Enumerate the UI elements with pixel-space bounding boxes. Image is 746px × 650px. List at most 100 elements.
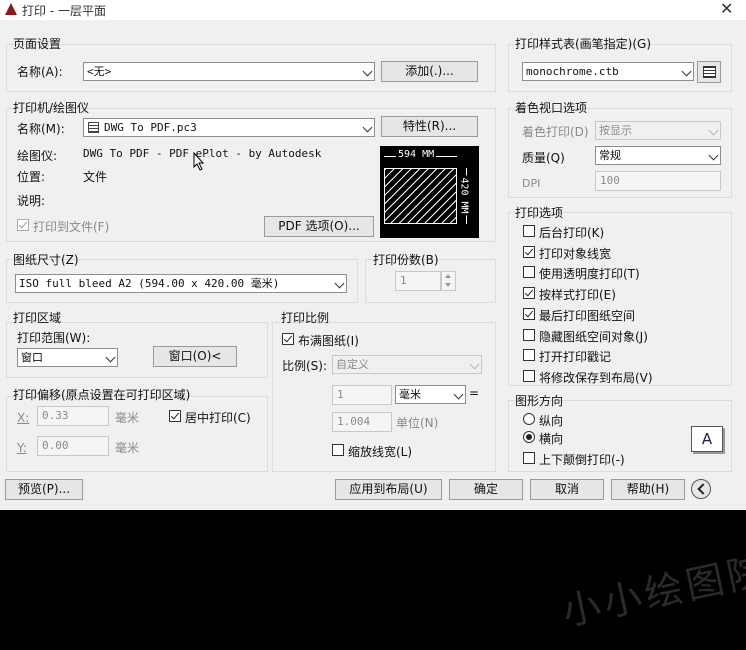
fit-to-paper-checkbox[interactable] xyxy=(282,333,294,345)
chevron-down-icon xyxy=(708,150,719,161)
copies-input[interactable]: 1 xyxy=(395,271,441,291)
paper-width-label: 594 MM xyxy=(396,149,437,160)
plot-option-checkbox[interactable] xyxy=(523,349,535,362)
page-setup-name-value: <无> xyxy=(87,65,112,78)
title-bar xyxy=(0,0,746,20)
plot-option-checkbox[interactable] xyxy=(523,328,535,341)
scale-label: 比例(S): xyxy=(282,359,328,373)
plot-option-checkbox[interactable] xyxy=(523,287,535,300)
printer-name-value: DWG To PDF.pc3 xyxy=(104,121,197,134)
landscape-orientation-icon: A xyxy=(691,426,723,452)
printer-properties-button[interactable]: 特性(R)... xyxy=(381,116,478,137)
spin-down-icon[interactable] xyxy=(445,283,451,287)
style-editor-icon xyxy=(703,66,716,78)
portrait-radio[interactable] xyxy=(523,413,535,425)
ok-button[interactable]: 确定 xyxy=(449,479,523,500)
page-setup-name-select[interactable]: <无> xyxy=(83,62,375,81)
shade-plot-label: 着色打印(D) xyxy=(522,125,589,139)
edit-plot-style-button[interactable] xyxy=(697,61,721,83)
close-icon[interactable]: ✕ xyxy=(720,0,733,18)
chevron-down-icon xyxy=(469,359,480,370)
plot-option-label: 隐藏图纸空间对象(J) xyxy=(539,329,648,344)
offset-x-label: X: xyxy=(17,411,30,425)
collapse-options-button[interactable] xyxy=(691,479,711,499)
orientation-title: 图形方向 xyxy=(515,394,564,408)
add-page-setup-button[interactable]: 添加(.)... xyxy=(381,61,478,82)
plot-options-title: 打印选项 xyxy=(515,206,564,220)
offset-y-input[interactable]: 0.00 xyxy=(37,436,109,456)
plot-style-title: 打印样式表(画笔指定)(G) xyxy=(515,37,652,51)
paper-size-select[interactable]: ISO full bleed A2 (594.00 x 420.00 毫米) xyxy=(15,274,347,293)
plot-option-label: 使用透明度打印(T) xyxy=(539,267,640,282)
center-plot-checkbox[interactable] xyxy=(169,410,181,422)
shade-plot-select[interactable]: 按显示 xyxy=(595,121,721,140)
apply-to-layout-button[interactable]: 应用到布局(U) xyxy=(335,479,442,500)
shade-plot-value: 按显示 xyxy=(599,124,632,137)
pdf-options-button[interactable]: PDF 选项(O)... xyxy=(264,216,374,237)
scale-select[interactable]: 自定义 xyxy=(332,355,482,374)
chevron-down-icon xyxy=(362,66,373,77)
preview-button[interactable]: 预览(P)... xyxy=(5,479,83,500)
plot-option-checkbox[interactable] xyxy=(523,245,535,258)
paper-preview: 594 MM 420 MM xyxy=(380,146,479,238)
scale-value: 自定义 xyxy=(336,358,369,371)
plotter-icon xyxy=(88,122,99,133)
plot-option-checkbox[interactable] xyxy=(523,225,535,237)
plot-option-label: 最后打印图纸空间 xyxy=(539,308,636,323)
plotter-label: 绘图仪: xyxy=(17,149,58,163)
plot-scale-title: 打印比例 xyxy=(281,311,330,325)
scale-lineweights-label: 缩放线宽(L) xyxy=(348,445,413,459)
offset-x-input[interactable]: 0.33 xyxy=(37,406,109,426)
upside-down-label: 上下颠倒打印(-) xyxy=(539,453,625,467)
printer-name-label: 名称(M): xyxy=(17,122,65,136)
watermark-text: 小小绘图院 xyxy=(558,547,746,635)
portrait-label: 纵向 xyxy=(539,414,564,428)
quality-select[interactable]: 常规 xyxy=(595,146,721,165)
paper-size-title: 图纸尺寸(Z) xyxy=(13,253,79,267)
help-button[interactable]: 帮助(H) xyxy=(611,479,685,500)
chevron-down-icon xyxy=(362,122,373,133)
plot-offset-title: 打印偏移(原点设置在可打印区域) xyxy=(13,388,191,402)
copies-title: 打印份数(B) xyxy=(373,253,439,267)
plot-range-label: 打印范围(W): xyxy=(17,331,91,345)
plot-range-select[interactable]: 窗口 xyxy=(17,348,118,367)
paper-preview-area xyxy=(384,168,457,224)
plot-option-label: 打开打印戳记 xyxy=(539,350,612,365)
plot-area-title: 打印区域 xyxy=(13,311,62,325)
upside-down-checkbox[interactable] xyxy=(523,452,535,464)
print-to-file-checkbox[interactable] xyxy=(17,219,29,231)
dpi-input[interactable]: 100 xyxy=(595,171,721,191)
plot-option-checkbox[interactable] xyxy=(523,369,535,382)
pick-window-button[interactable]: 窗口(O)< xyxy=(153,346,237,367)
scale-lineweights-checkbox[interactable] xyxy=(332,444,344,456)
plot-range-value: 窗口 xyxy=(21,351,43,364)
offset-x-unit: 毫米 xyxy=(115,411,140,425)
mouse-cursor-icon xyxy=(193,152,205,171)
center-plot-label: 居中打印(C) xyxy=(185,411,251,425)
location-value: 文件 xyxy=(83,170,108,184)
plot-option-label: 将修改保存到布局(V) xyxy=(539,370,653,385)
printer-name-select[interactable]: DWG To PDF.pc3 xyxy=(83,118,375,137)
scale-equals: = xyxy=(469,386,480,400)
page-setup-name-label: 名称(A): xyxy=(17,65,63,79)
plot-option-checkbox[interactable] xyxy=(523,307,535,320)
scale-value1-input[interactable]: 1 xyxy=(332,385,392,405)
paper-height-label: 420 MM xyxy=(458,175,470,216)
printer-title: 打印机/绘图仪 xyxy=(13,101,90,115)
plot-option-checkbox[interactable] xyxy=(523,266,535,279)
fit-to-paper-label: 布满图纸(I) xyxy=(298,334,359,348)
scale-unit-value: 毫米 xyxy=(399,388,421,401)
spin-up-icon[interactable] xyxy=(445,274,451,278)
plot-style-select[interactable]: monochrome.ctb xyxy=(522,62,694,81)
chevron-down-icon xyxy=(708,125,719,136)
cancel-button[interactable]: 取消 xyxy=(530,479,604,500)
scale-value2-input[interactable]: 1.004 xyxy=(332,412,392,432)
landscape-radio[interactable] xyxy=(523,431,535,443)
chevron-left-icon xyxy=(697,483,709,495)
print-to-file-label: 打印到文件(F) xyxy=(33,220,110,234)
quality-label: 质量(Q) xyxy=(522,151,565,165)
copies-spinner[interactable] xyxy=(441,271,456,291)
scale-unit-select[interactable]: 毫米 xyxy=(395,385,466,404)
shaded-viewport-title: 着色视口选项 xyxy=(515,101,588,115)
dpi-label: DPI xyxy=(522,177,541,190)
